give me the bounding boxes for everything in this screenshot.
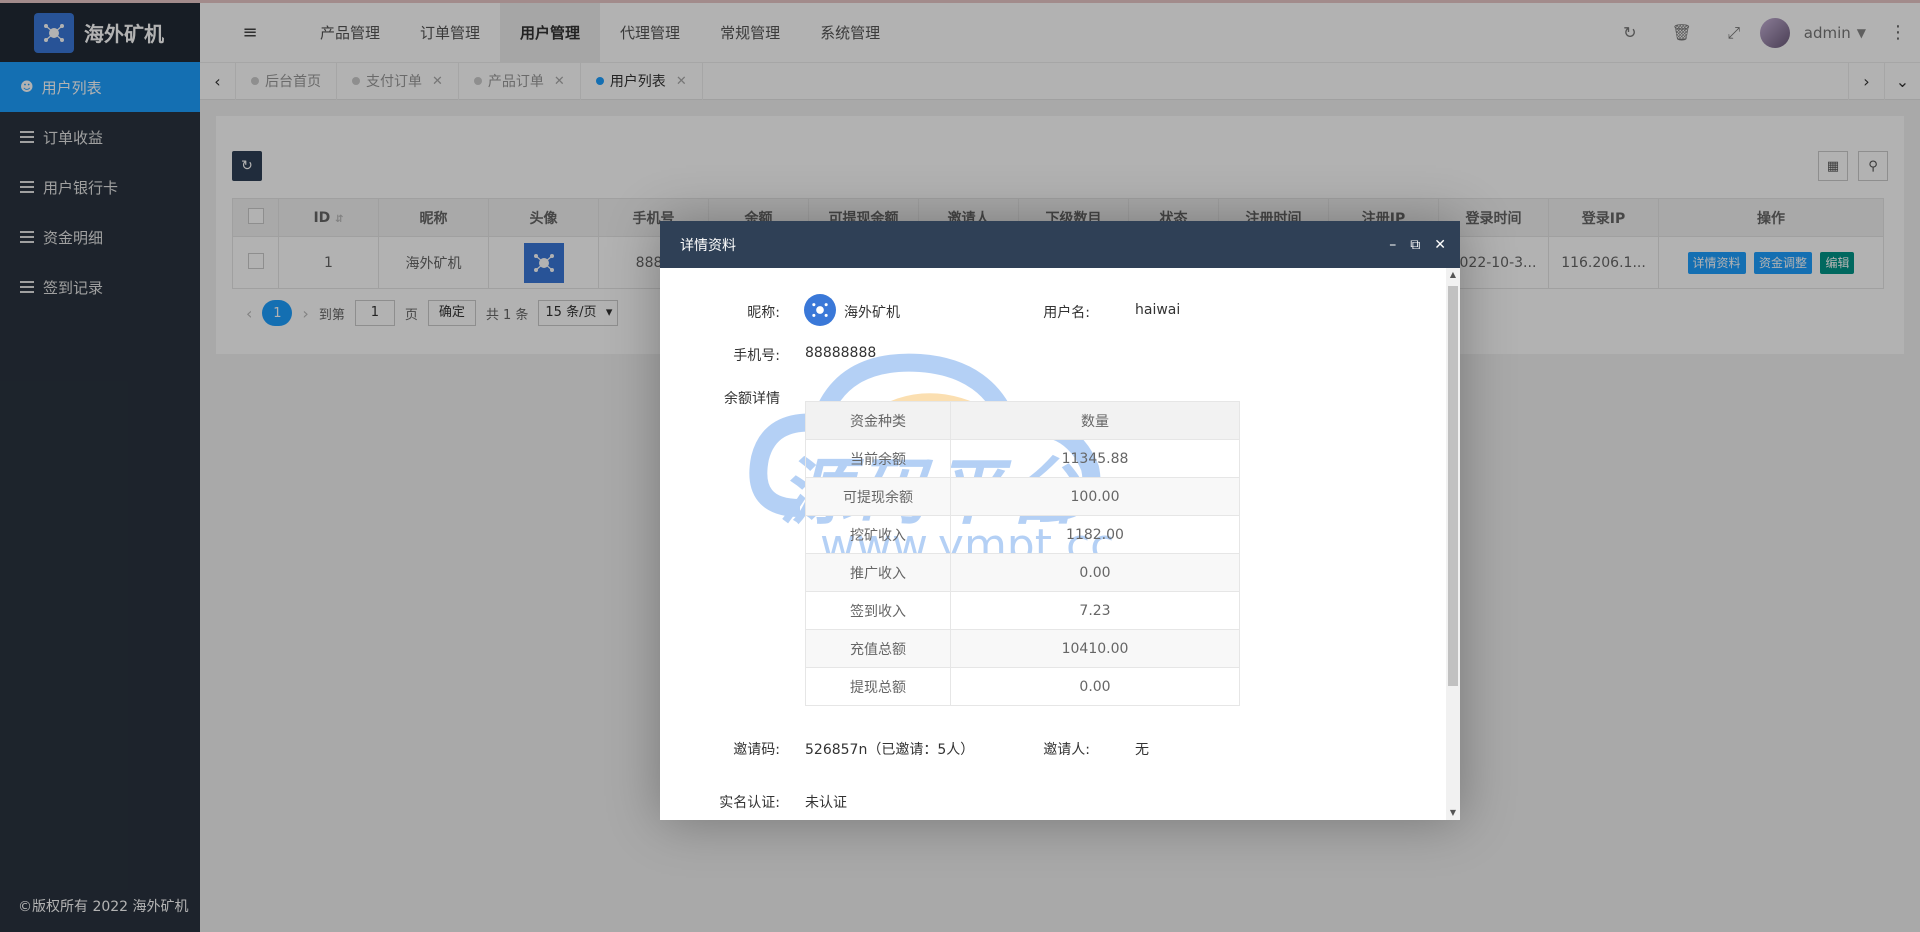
- username-value: haiwai: [1135, 302, 1181, 318]
- maximize-icon[interactable]: ⧉: [1410, 237, 1420, 253]
- nickname-avatar-icon: [804, 294, 836, 326]
- phone-label: 手机号:: [733, 348, 780, 364]
- balance-table: 资金种类 数量 当前余额 11345.88 可提现余额 100.00 挖矿收入 118…: [805, 401, 1240, 706]
- balance-col-type: 资金种类: [805, 401, 951, 440]
- balance-type: 推广收入: [805, 553, 951, 592]
- scroll-down-icon[interactable]: ▼: [1446, 806, 1460, 820]
- balance-type: 可提现余额: [805, 477, 951, 516]
- balance-type: 签到收入: [805, 591, 951, 630]
- table-row: 提现总额 0.00: [805, 667, 1240, 706]
- realname-label: 实名认证:: [719, 795, 780, 811]
- balance-type: 充值总额: [805, 629, 951, 668]
- close-icon[interactable]: ✕: [1434, 237, 1446, 253]
- table-row: 当前余额 11345.88: [805, 439, 1240, 478]
- balance-amount: 7.23: [950, 591, 1240, 630]
- table-row: 挖矿收入 1182.00: [805, 515, 1240, 554]
- balance-amount: 0.00: [950, 553, 1240, 592]
- inviter-value: 无: [1135, 742, 1149, 758]
- balance-amount: 10410.00: [950, 629, 1240, 668]
- table-row: 充值总额 10410.00: [805, 629, 1240, 668]
- username-label: 用户名:: [1043, 305, 1090, 321]
- balance-amount: 11345.88: [950, 439, 1240, 478]
- minimize-icon[interactable]: –: [1389, 237, 1396, 253]
- balance-amount: 1182.00: [950, 515, 1240, 554]
- balance-col-amount: 数量: [950, 401, 1240, 440]
- realname-value: 未认证: [805, 795, 847, 811]
- modal-scrollbar[interactable]: ▲ ▼: [1446, 268, 1460, 820]
- scroll-up-icon[interactable]: ▲: [1446, 268, 1460, 282]
- detail-modal: 详情资料 – ⧉ ✕ 源码平台 www.ympt.cc 昵称: 海外矿机 用户名…: [660, 221, 1460, 820]
- nickname-label: 昵称:: [747, 305, 780, 321]
- balance-label: 余额详情: [724, 391, 780, 407]
- modal-controls: – ⧉ ✕: [1389, 237, 1446, 253]
- scroll-thumb[interactable]: [1448, 286, 1458, 686]
- table-row: 可提现余额 100.00: [805, 477, 1240, 516]
- modal-header: 详情资料 – ⧉ ✕: [660, 221, 1460, 268]
- phone-value: 88888888: [805, 345, 877, 361]
- balance-type: 提现总额: [805, 667, 951, 706]
- balance-type: 当前余额: [805, 439, 951, 478]
- invite-code-label: 邀请码:: [733, 742, 780, 758]
- invite-code-value: 526857n（已邀请：5人）: [805, 742, 975, 758]
- balance-amount: 0.00: [950, 667, 1240, 706]
- balance-amount: 100.00: [950, 477, 1240, 516]
- modal-body: 源码平台 www.ympt.cc 昵称: 海外矿机 用户名: haiwai 手机…: [660, 268, 1460, 820]
- modal-title: 详情资料: [680, 237, 736, 254]
- nickname-value: 海外矿机: [844, 305, 900, 321]
- table-row: 签到收入 7.23: [805, 591, 1240, 630]
- inviter-label: 邀请人:: [1043, 742, 1090, 758]
- table-row: 推广收入 0.00: [805, 553, 1240, 592]
- balance-type: 挖矿收入: [805, 515, 951, 554]
